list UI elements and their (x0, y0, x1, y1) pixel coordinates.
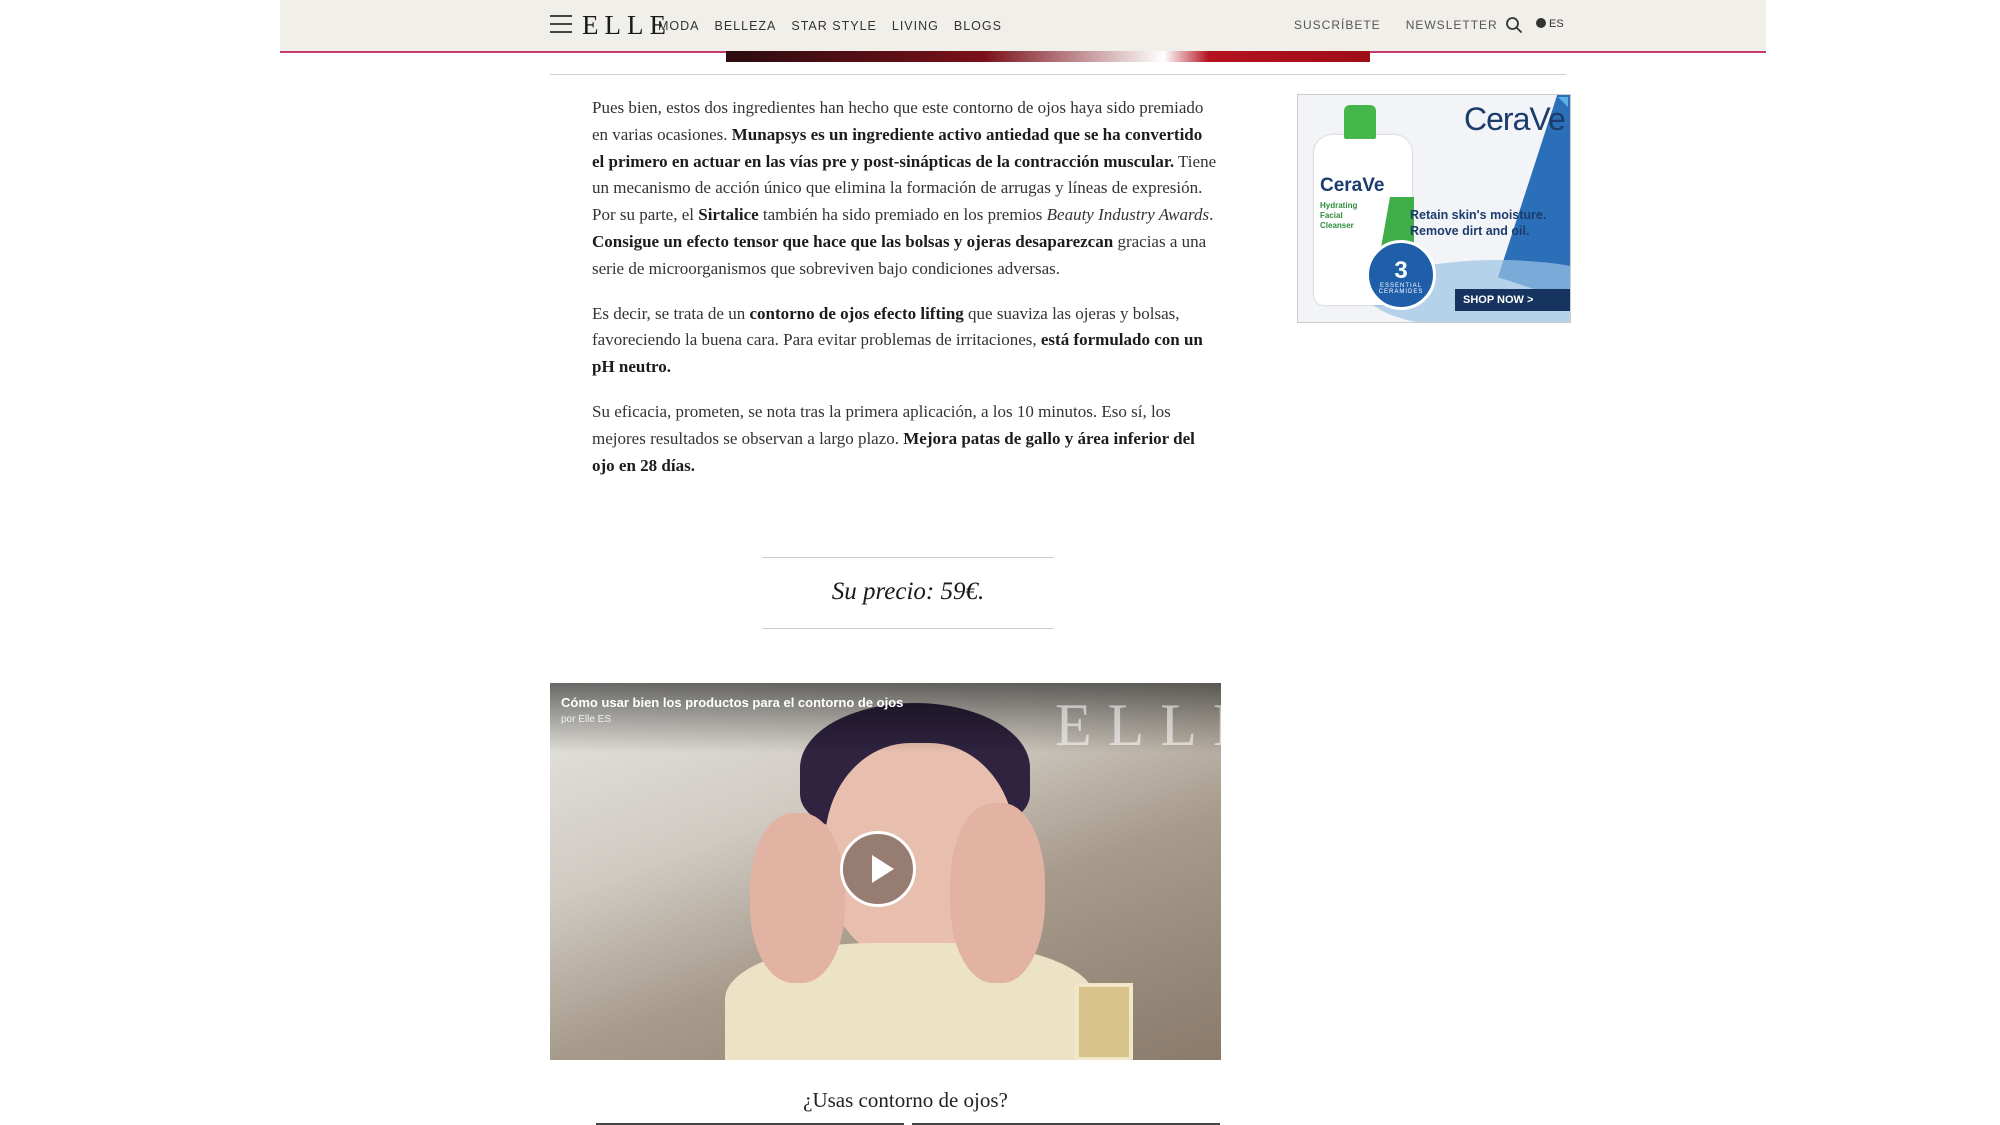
language-label: ES (1549, 18, 1564, 30)
ad-bottle-label: Hydrating Facial Cleanser (1320, 201, 1358, 230)
bold-text: Consigue un efecto tensor que hace que l… (592, 231, 1114, 251)
search-icon[interactable] (1505, 16, 1523, 34)
ad-badge-caption: ESSENTIAL CERAMIDES (1378, 283, 1424, 295)
nav-item-living[interactable]: LIVING (892, 19, 939, 33)
text: también ha sido premiado en los premios (758, 205, 1047, 225)
header-links: SUSCRÍBETE NEWSLETTER (1294, 18, 1498, 32)
article-paragraph: Pues bien, estos dos ingredientes han he… (592, 95, 1217, 283)
video-thumbnail-hand (750, 813, 845, 983)
nav-item-belleza[interactable]: BELLEZA (715, 19, 777, 33)
article-paragraph: Su eficacia, prometen, se nota tras la p… (592, 399, 1217, 479)
play-icon[interactable] (840, 831, 916, 907)
ad-ceramides-badge: 3 ESSENTIAL CERAMIDES (1366, 240, 1436, 310)
divider (550, 74, 1566, 75)
ad-tagline: Retain skin's moisture. Remove dirt and … (1410, 208, 1547, 238)
main-nav: MODA BELLEZA STAR STYLE LIVING BLOGS (658, 19, 1002, 33)
video-byline: por Elle ES (561, 714, 612, 725)
video-title[interactable]: Cómo usar bien los productos para el con… (561, 695, 903, 710)
bold-text: Sirtalice (698, 205, 759, 225)
text: . (1209, 205, 1214, 225)
video-thumbnail-frame (1075, 983, 1133, 1060)
language-selector[interactable]: ES (1536, 18, 1564, 30)
ad-badge-number: 3 (1394, 257, 1408, 284)
article-paragraph: Es decir, se trata de un contorno de ojo… (592, 301, 1217, 381)
ad-bottle-pump (1344, 105, 1376, 139)
bold-text: contorno de ojos efecto lifting (749, 303, 964, 323)
price-text: Su precio: 59€. (831, 578, 985, 605)
top-banner-ad-strip[interactable] (726, 51, 1370, 62)
poll-question: ¿Usas contorno de ojos? (803, 1088, 1008, 1112)
italic-text: Beauty Industry Awards (1046, 205, 1210, 225)
ad-brand-logo: CeraVe (1464, 101, 1566, 137)
subscribe-link[interactable]: SUSCRÍBETE (1294, 18, 1381, 32)
nav-item-moda[interactable]: MODA (658, 19, 700, 33)
video-watermark-logo: ELLE (1055, 692, 1221, 758)
nav-item-star-style[interactable]: STAR STYLE (791, 19, 876, 33)
ad-bottle-brand: CeraVe (1320, 175, 1385, 196)
price-box: Su precio: 59€. (762, 557, 1054, 629)
menu-icon[interactable] (550, 15, 572, 33)
article-body: Pues bien, estos dos ingredientes han he… (592, 95, 1217, 497)
text: Es decir, se trata de un (592, 303, 750, 323)
nav-item-blogs[interactable]: BLOGS (954, 19, 1002, 33)
globe-icon (1536, 18, 1546, 28)
video-player[interactable]: Cómo usar bien los productos para el con… (550, 683, 1221, 1060)
newsletter-link[interactable]: NEWSLETTER (1406, 18, 1498, 32)
video-thumbnail-hand (950, 803, 1045, 983)
sidebar-ad[interactable]: CeraVe CeraVe Hydrating Facial Cleanser … (1297, 94, 1571, 323)
ad-shop-now-button[interactable]: SHOP NOW > (1455, 289, 1570, 311)
site-header: ELLE MODA BELLEZA STAR STYLE LIVING BLOG… (280, 0, 1766, 53)
